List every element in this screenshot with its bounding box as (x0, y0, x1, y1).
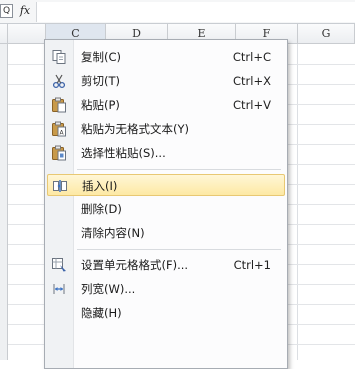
format-cells-icon (51, 257, 67, 273)
menu-item-format-cells[interactable]: 设置单元格格式(F)... Ctrl+1 (47, 254, 285, 276)
menu-separator (77, 169, 281, 170)
menu-item-copy[interactable]: 复制(C) Ctrl+C (47, 46, 285, 68)
copy-icon (51, 49, 67, 65)
paste-text-icon: A (51, 121, 67, 137)
scissors-icon (51, 73, 67, 89)
menu-item-label: 删除(D) (81, 202, 122, 216)
paste-special-icon (51, 145, 67, 161)
menu-item-label: 复制(C) (81, 50, 122, 64)
menu-item-clear-contents[interactable]: 清除内容(N) (47, 222, 285, 244)
corner-header[interactable] (0, 24, 8, 44)
formula-bar: Q fx (0, 0, 355, 24)
menu-item-shortcut: Ctrl+1 (233, 258, 271, 272)
menu-item-label: 剪切(T) (81, 74, 120, 88)
menu-item-label: 粘贴为无格式文本(Y) (81, 122, 189, 136)
column-header-g[interactable]: G (298, 24, 355, 44)
menu-item-shortcut: Ctrl+V (233, 98, 271, 112)
menu-item-paste[interactable]: 粘贴(P) Ctrl+V (47, 94, 285, 116)
menu-item-paste-as-text[interactable]: A 粘贴为无格式文本(Y) (47, 118, 285, 140)
paste-icon (51, 97, 67, 113)
insert-column-icon (52, 178, 68, 194)
menu-item-cut[interactable]: 剪切(T) Ctrl+X (47, 70, 285, 92)
context-menu: 复制(C) Ctrl+C 剪切(T) Ctrl+X 粘贴(P) Ctrl+V A… (44, 39, 288, 369)
grid-line (297, 44, 298, 360)
function-icon[interactable]: fx (17, 3, 33, 19)
menu-item-delete[interactable]: 删除(D) (47, 198, 285, 220)
menu-item-label: 插入(I) (82, 179, 118, 193)
menu-item-label: 粘贴(P) (81, 98, 120, 112)
name-box-icon[interactable]: Q (0, 4, 13, 18)
menu-separator (77, 249, 281, 250)
menu-item-label: 隐藏(H) (81, 306, 122, 320)
menu-item-paste-special[interactable]: 选择性粘贴(S)... (47, 142, 285, 164)
column-width-icon (51, 281, 67, 297)
menu-item-hide[interactable]: 隐藏(H) (47, 302, 285, 324)
menu-item-shortcut: Ctrl+X (233, 74, 271, 88)
formula-input[interactable] (36, 2, 355, 22)
menu-item-shortcut: Ctrl+C (232, 50, 271, 64)
menu-item-column-width[interactable]: 列宽(W)... (47, 278, 285, 300)
column-header-b[interactable] (8, 24, 46, 44)
menu-item-label: 选择性粘贴(S)... (81, 146, 166, 160)
row-header-strip[interactable] (0, 44, 8, 360)
menu-item-label: 设置单元格格式(F)... (81, 258, 189, 272)
menu-item-insert[interactable]: 插入(I) (47, 174, 285, 196)
menu-item-label: 列宽(W)... (81, 282, 136, 296)
menu-item-label: 清除内容(N) (81, 226, 145, 240)
